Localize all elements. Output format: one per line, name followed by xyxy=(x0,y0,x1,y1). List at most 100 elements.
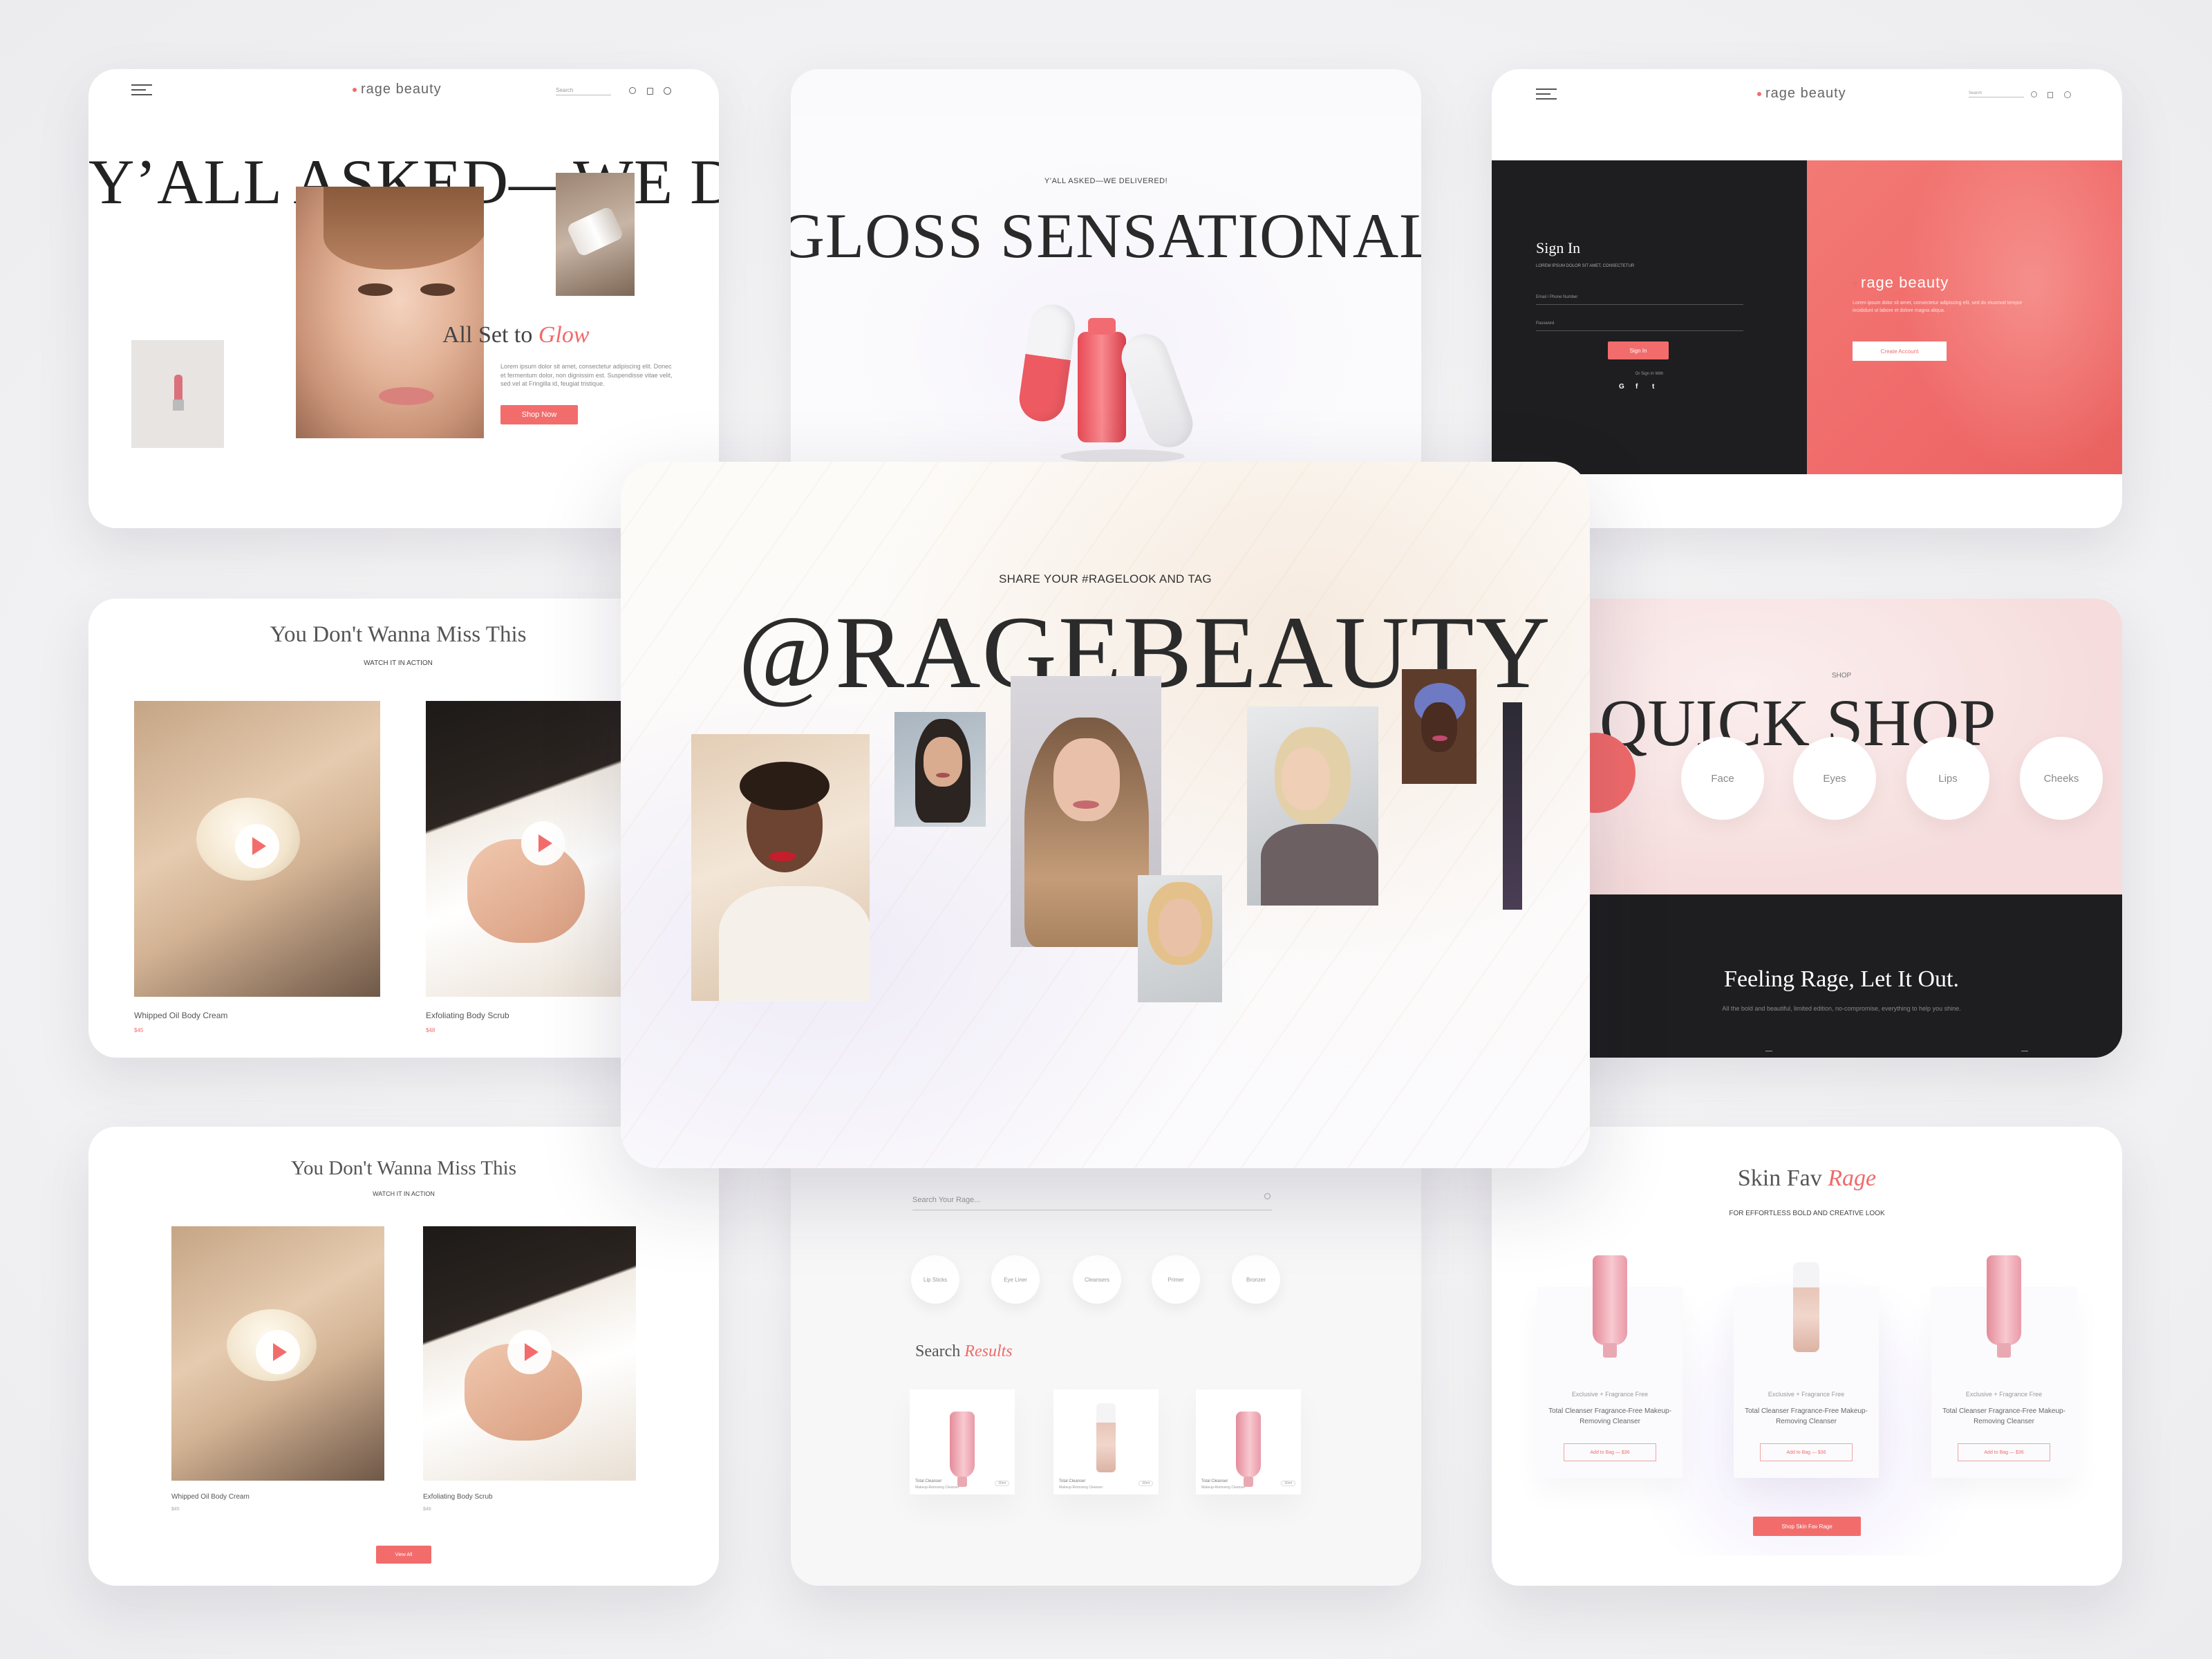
video-price: $48 xyxy=(423,1507,431,1512)
hero-title-plain: All Set to xyxy=(442,322,533,348)
signin-or-label: Or Sign In With xyxy=(1635,372,1664,376)
chip-cleansers[interactable]: Cleansers xyxy=(1073,1255,1121,1304)
ugc-photo[interactable] xyxy=(894,712,986,827)
ugc-photo[interactable] xyxy=(1402,669,1477,784)
promo-logo: rage beauty xyxy=(1853,274,1949,292)
shop-skinfav-button[interactable]: Shop Skin Fav Rage xyxy=(1753,1517,1861,1536)
video-title[interactable]: Exfoliating Body Scrub xyxy=(423,1493,493,1501)
video-thumb[interactable] xyxy=(171,1226,384,1481)
product-card[interactable]: Exclusive + Fragrance Free Total Cleanse… xyxy=(1931,1255,2077,1478)
add-to-bag-button[interactable]: Add to Bag — $36 xyxy=(1958,1443,2050,1461)
ugc-photo[interactable] xyxy=(1503,702,1522,910)
gloss-card: Y’ALL ASKED—WE DELIVERED! GLOSS SENSATIO… xyxy=(791,69,1421,528)
user-icon[interactable] xyxy=(664,87,671,95)
product-image xyxy=(1793,1262,1819,1352)
search-placeholder: Search Your Rage... xyxy=(912,1196,981,1204)
product-image xyxy=(1096,1403,1116,1472)
product-qty: 30ml xyxy=(1281,1481,1295,1486)
video-thumb[interactable] xyxy=(426,701,633,997)
product-tag: Exclusive + Fragrance Free xyxy=(1768,1391,1845,1398)
play-icon[interactable] xyxy=(256,1330,300,1374)
play-icon[interactable] xyxy=(507,1330,552,1374)
serum-bottle-photo xyxy=(556,173,635,296)
product-sub: Makeup-Removing Cleanser xyxy=(915,1485,959,1490)
password-field[interactable]: Password xyxy=(1536,315,1743,331)
create-account-button[interactable]: Create Account xyxy=(1853,341,1947,361)
search-icon[interactable] xyxy=(1264,1193,1271,1199)
hero-title-accent: Glow xyxy=(538,322,590,348)
menu-icon[interactable] xyxy=(1536,88,1557,101)
hero-body: Lorem ipsum dolor sit amet, consectetur … xyxy=(500,363,673,388)
search-input[interactable]: Search xyxy=(1969,91,2024,97)
product-card[interactable]: Exclusive + Fragrance Free Total Cleanse… xyxy=(1734,1262,1879,1478)
password-label: Password xyxy=(1536,321,1555,326)
brand-logo[interactable]: rage beauty xyxy=(353,82,442,97)
play-icon[interactable] xyxy=(235,824,279,868)
video-title[interactable]: Exfoliating Body Scrub xyxy=(426,1011,509,1020)
category-eyes[interactable]: Eyes xyxy=(1793,737,1876,820)
gloss-product-image xyxy=(1012,242,1219,477)
signin-subtitle: LOREM IPSUM DOLOR SIT AMET, CONSECTETUR xyxy=(1536,264,1635,268)
product-image xyxy=(950,1412,975,1478)
signup-promo-panel: rage beauty Lorem ipsum dolor sit amet, … xyxy=(1807,160,2122,474)
results-title-plain: Search xyxy=(915,1342,961,1360)
category-face[interactable]: Face xyxy=(1681,737,1764,820)
facebook-icon[interactable]: f xyxy=(1635,383,1638,391)
bag-icon[interactable] xyxy=(2047,92,2053,98)
chip-lip-sticks[interactable]: Lip Sticks xyxy=(911,1255,959,1304)
ugc-photo[interactable] xyxy=(691,734,870,1001)
product-card[interactable]: Total Cleanser Makeup-Removing Cleanser … xyxy=(1196,1389,1301,1494)
chip-eye-liner[interactable]: Eye Liner xyxy=(991,1255,1040,1304)
search-bar[interactable]: Search Your Rage... xyxy=(912,1193,1272,1210)
video-thumb[interactable] xyxy=(423,1226,636,1481)
brand-logo[interactable]: rage beauty xyxy=(1757,86,1846,102)
chip-bronzer[interactable]: Bronzer xyxy=(1232,1255,1280,1304)
user-icon[interactable] xyxy=(2064,91,2071,98)
search-input[interactable]: Search xyxy=(556,87,611,95)
product-name: Total Cleanser Fragrance-Free Makeup-Rem… xyxy=(1548,1407,1671,1425)
mockup-stage: rage beauty Search Y’ALL ASKED—WE DE All… xyxy=(0,0,2212,1659)
videos-bottom-card: You Don't Wanna Miss This WATCH IT IN AC… xyxy=(88,1127,719,1586)
video-thumb[interactable] xyxy=(134,701,380,997)
product-name: Total Cleanser xyxy=(1059,1479,1086,1483)
email-field[interactable]: Email / Phone Number xyxy=(1536,289,1743,305)
skinfav-title: Skin Fav Rage xyxy=(1492,1165,2122,1192)
category-cheeks[interactable]: Cheeks xyxy=(2020,737,2103,820)
promo-text: Lorem ipsum dolor sit amet, consectetur … xyxy=(1853,301,2023,313)
search-icon[interactable] xyxy=(629,87,636,94)
shop-now-button[interactable]: Shop Now xyxy=(500,405,578,424)
email-label: Email / Phone Number xyxy=(1536,295,1578,299)
hero-model-photo xyxy=(296,187,484,438)
menu-icon[interactable] xyxy=(131,84,152,97)
google-icon[interactable]: G xyxy=(1619,383,1624,391)
search-card: Search Your Rage... Lip Sticks Eye Liner… xyxy=(791,1127,1421,1586)
play-icon[interactable] xyxy=(521,821,565,865)
product-tag: Exclusive + Fragrance Free xyxy=(1571,1391,1649,1398)
product-name: Total Cleanser xyxy=(1201,1479,1228,1483)
product-card[interactable]: Total Cleanser Makeup-Removing Cleanser … xyxy=(1053,1389,1159,1494)
ugc-kicker: SHARE YOUR #RAGELOOK AND TAG xyxy=(999,572,1212,585)
video-title[interactable]: Whipped Oil Body Cream xyxy=(134,1011,227,1020)
video-price: $48 xyxy=(426,1027,435,1033)
twitter-icon[interactable]: t xyxy=(1652,383,1654,391)
signin-title: Sign In xyxy=(1536,239,1581,256)
view-all-button[interactable]: View All xyxy=(376,1546,431,1564)
add-to-bag-button[interactable]: Add to Bag — $36 xyxy=(1564,1443,1656,1461)
search-icon[interactable] xyxy=(2031,91,2037,97)
category-lips[interactable]: Lips xyxy=(1906,737,1989,820)
ugc-photo[interactable] xyxy=(1138,875,1222,1002)
skinfav-title-plain: Skin Fav xyxy=(1737,1165,1822,1191)
chip-primer[interactable]: Primer xyxy=(1152,1255,1200,1304)
bag-icon[interactable] xyxy=(647,88,653,95)
signin-button[interactable]: Sign In xyxy=(1608,341,1669,359)
product-image xyxy=(1236,1412,1261,1478)
video-title[interactable]: Whipped Oil Body Cream xyxy=(171,1493,250,1501)
product-card[interactable]: Total Cleanser Makeup-Removing Cleanser … xyxy=(910,1389,1015,1494)
add-to-bag-button[interactable]: Add to Bag — $36 xyxy=(1760,1443,1853,1461)
product-tag: Exclusive + Fragrance Free xyxy=(1965,1391,2043,1398)
signin-card: rage beauty Search Sign In LOREM IPSUM D… xyxy=(1492,69,2122,528)
product-card[interactable]: Exclusive + Fragrance Free Total Cleanse… xyxy=(1537,1255,1683,1478)
hero-card: rage beauty Search Y’ALL ASKED—WE DE All… xyxy=(88,69,719,528)
gloss-kicker: Y’ALL ASKED—WE DELIVERED! xyxy=(1044,177,1168,185)
ugc-photo[interactable] xyxy=(1247,706,1378,906)
